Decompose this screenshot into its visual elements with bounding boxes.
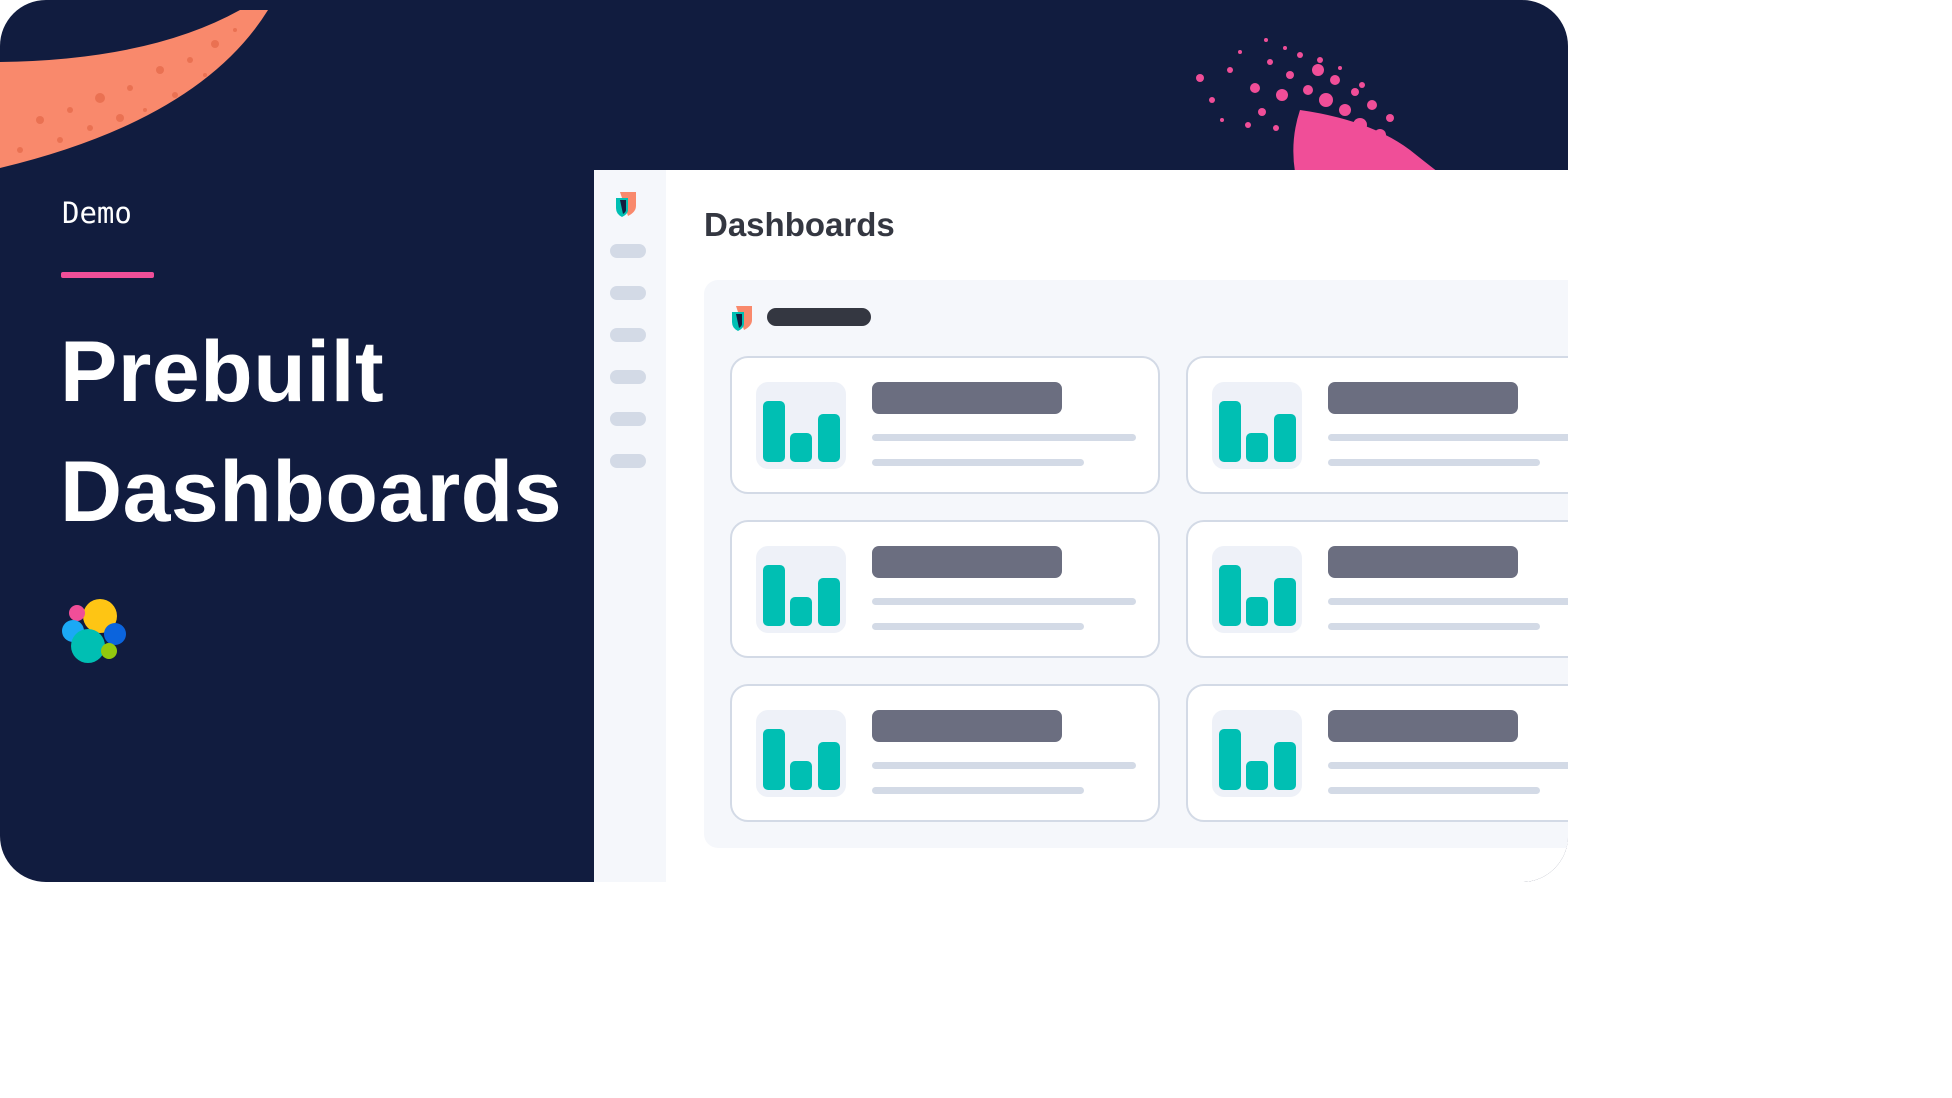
bar-chart-bar — [1246, 433, 1268, 462]
tile-text-placeholder — [1328, 459, 1540, 466]
demo-label: Demo — [62, 196, 132, 230]
page-title: Dashboards — [704, 206, 895, 243]
bar-chart-bar — [790, 433, 812, 462]
bar-chart-bar — [763, 565, 785, 626]
nav-item-placeholder[interactable] — [610, 412, 646, 426]
tile-title-placeholder — [872, 382, 1062, 414]
bar-chart-icon — [756, 710, 846, 797]
tile-text-placeholder — [872, 787, 1084, 794]
dashboard-tile[interactable] — [1186, 684, 1568, 822]
tile-text-placeholder — [1328, 787, 1540, 794]
dashboard-tile[interactable] — [1186, 356, 1568, 494]
bar-chart-bar — [1274, 578, 1296, 626]
elastic-logo-icon — [62, 599, 126, 663]
hero-title: Prebuilt Dashboards — [60, 312, 562, 552]
app-sidebar — [594, 170, 666, 882]
tile-title-placeholder — [1328, 382, 1518, 414]
eyebrow-underline — [61, 272, 154, 278]
dashboard-list-panel — [704, 280, 1568, 848]
nav-item-placeholder[interactable] — [610, 454, 646, 468]
bar-chart-bar — [1219, 565, 1241, 626]
dashboard-tile[interactable] — [730, 356, 1160, 494]
hero-title-line-2: Dashboards — [60, 444, 563, 540]
dashboard-tile[interactable] — [730, 684, 1160, 822]
bar-chart-icon — [1212, 546, 1302, 633]
bar-chart-bar — [818, 414, 840, 462]
tile-title-placeholder — [1328, 710, 1518, 742]
bar-chart-bar — [1219, 401, 1241, 462]
tile-text-placeholder — [872, 434, 1136, 441]
shield-logo-icon — [616, 192, 636, 217]
tile-text-placeholder — [1328, 762, 1568, 769]
tile-text-placeholder — [1328, 598, 1568, 605]
bar-chart-bar — [1274, 414, 1296, 462]
bar-chart-icon — [756, 546, 846, 633]
dashboard-tile[interactable] — [1186, 520, 1568, 658]
tile-text-placeholder — [872, 623, 1084, 630]
shield-logo-icon — [732, 306, 752, 331]
dashboards-app-mockup: Dashboards — [594, 170, 1568, 882]
bar-chart-bar — [763, 401, 785, 462]
tile-title-placeholder — [872, 546, 1062, 578]
bar-chart-bar — [1246, 597, 1268, 626]
tile-text-placeholder — [1328, 434, 1568, 441]
tile-text-placeholder — [872, 459, 1084, 466]
nav-item-placeholder[interactable] — [610, 328, 646, 342]
nav-item-placeholder[interactable] — [610, 244, 646, 258]
tile-title-placeholder — [1328, 546, 1518, 578]
bar-chart-bar — [1246, 761, 1268, 790]
bar-chart-bar — [1219, 729, 1241, 790]
bar-chart-bar — [818, 742, 840, 790]
nav-item-placeholder[interactable] — [610, 286, 646, 300]
promo-card: Demo Prebuilt Dashboards Dashboards — [0, 0, 1568, 882]
panel-heading-placeholder — [767, 308, 871, 326]
bar-chart-icon — [1212, 710, 1302, 797]
bar-chart-icon — [756, 382, 846, 469]
bar-chart-bar — [1274, 742, 1296, 790]
tile-title-placeholder — [872, 710, 1062, 742]
bar-chart-bar — [818, 578, 840, 626]
tile-text-placeholder — [872, 762, 1136, 769]
bar-chart-bar — [790, 597, 812, 626]
tile-text-placeholder — [1328, 623, 1540, 630]
hero-title-line-1: Prebuilt — [60, 324, 385, 420]
dashboard-tile[interactable] — [730, 520, 1160, 658]
bar-chart-bar — [763, 729, 785, 790]
pink-splash-decoration — [1196, 38, 1438, 172]
bar-chart-icon — [1212, 382, 1302, 469]
bar-chart-bar — [790, 761, 812, 790]
nav-item-placeholder[interactable] — [610, 370, 646, 384]
tile-text-placeholder — [872, 598, 1136, 605]
